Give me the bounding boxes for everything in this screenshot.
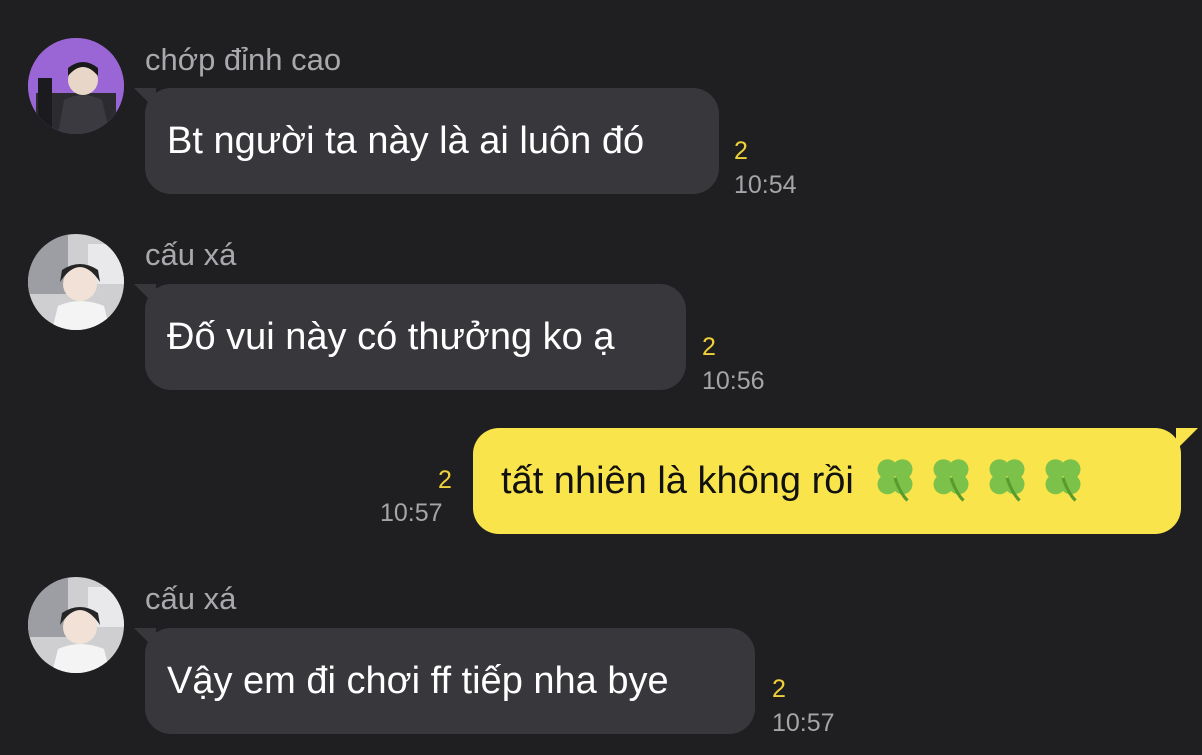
clover-emojis bbox=[864, 459, 1088, 502]
avatar[interactable] bbox=[28, 234, 124, 330]
unread-count: 2 bbox=[772, 675, 786, 703]
message-text: Vậy em đi chơi ff tiếp nha bye bbox=[167, 660, 669, 702]
message-bubble[interactable]: Bt người ta này là ai luôn đó bbox=[145, 88, 719, 194]
avatar[interactable] bbox=[28, 577, 124, 673]
avatar[interactable] bbox=[28, 38, 124, 134]
message-time: 10:54 bbox=[734, 171, 797, 199]
bubble-tail bbox=[1176, 428, 1198, 450]
message-time: 10:57 bbox=[772, 709, 835, 737]
four-leaf-clover-icon bbox=[989, 459, 1025, 502]
avatar-photo bbox=[28, 577, 124, 673]
message-time: 10:56 bbox=[702, 367, 765, 395]
my-message-bubble[interactable]: tất nhiên là không rồi bbox=[473, 428, 1181, 534]
message-time: 10:57 bbox=[380, 499, 443, 527]
message-text: tất nhiên là không rồi bbox=[501, 460, 854, 502]
unread-count: 2 bbox=[438, 466, 452, 494]
sender-name: cấu xá bbox=[145, 581, 237, 616]
message-text: Đố vui này có thưởng ko ạ bbox=[167, 316, 615, 358]
avatar-photo bbox=[28, 38, 124, 134]
message-bubble[interactable]: Đố vui này có thưởng ko ạ bbox=[145, 284, 686, 390]
message-text: Bt người ta này là ai luôn đó bbox=[167, 120, 645, 162]
avatar-photo bbox=[28, 234, 124, 330]
unread-count: 2 bbox=[734, 137, 748, 165]
four-leaf-clover-icon bbox=[933, 459, 969, 502]
sender-name: cấu xá bbox=[145, 237, 237, 272]
unread-count: 2 bbox=[702, 333, 716, 361]
message-bubble[interactable]: Vậy em đi chơi ff tiếp nha bye bbox=[145, 628, 755, 734]
four-leaf-clover-icon bbox=[1045, 459, 1081, 502]
four-leaf-clover-icon bbox=[877, 459, 913, 502]
sender-name: chớp đỉnh cao bbox=[145, 42, 342, 77]
